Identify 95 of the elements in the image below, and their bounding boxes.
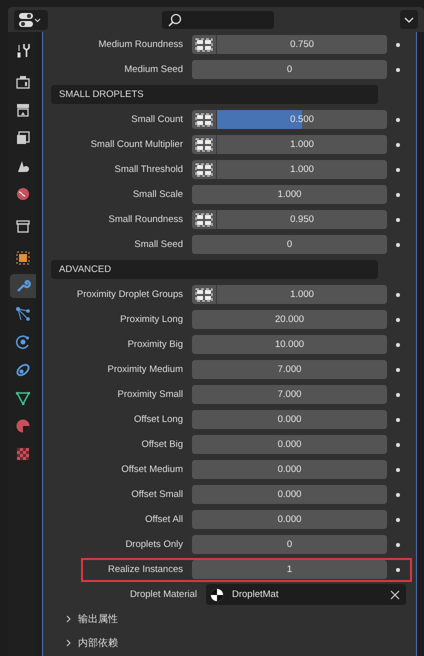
material-field[interactable]: DropletMat <box>206 584 406 605</box>
close-icon[interactable] <box>390 590 400 600</box>
keyframe-dot-icon[interactable] <box>396 242 400 246</box>
field-label: Offset Big <box>140 439 183 450</box>
keyframe-dot-icon[interactable] <box>396 318 400 322</box>
grid-toggle-icon[interactable] <box>195 212 213 226</box>
keyframe-dot-icon[interactable] <box>396 118 400 122</box>
material-sphere-icon <box>210 588 224 602</box>
field-label: Offset Medium <box>120 464 183 475</box>
field-label: Small Roundness <box>108 214 183 225</box>
toggle-switches-icon <box>18 12 42 28</box>
keyframe-dot-icon[interactable] <box>396 568 400 572</box>
field-label: Small Count Multiplier <box>90 139 183 150</box>
square-icon <box>15 250 31 266</box>
number-field[interactable]: 0.000 <box>192 510 387 529</box>
search-icon <box>168 12 182 26</box>
number-field[interactable]: 0 <box>192 60 387 79</box>
keyframe-dot-icon[interactable] <box>396 468 400 472</box>
number-field[interactable]: 1 <box>192 560 387 579</box>
field-label: Small Threshold <box>114 164 183 175</box>
field-label: Droplets Only <box>124 539 183 550</box>
keyframe-dot-icon[interactable] <box>396 42 400 46</box>
keyframe-dot-icon[interactable] <box>396 342 400 346</box>
keyframe-dot-icon[interactable] <box>396 492 400 496</box>
editor-type-button[interactable] <box>14 10 48 30</box>
number-field[interactable]: 20.000 <box>192 310 387 329</box>
number-field[interactable]: 1.000 <box>217 160 387 179</box>
chevron-right-icon <box>65 615 73 623</box>
number-field[interactable]: 1.000 <box>217 135 387 154</box>
field-label: Small Seed <box>133 239 183 250</box>
number-field[interactable]: 0.750 <box>217 35 387 54</box>
keyframe-dot-icon[interactable] <box>396 418 400 422</box>
checker-icon <box>15 446 31 462</box>
orbit-icon <box>15 334 31 350</box>
keyframe-dot-icon[interactable] <box>396 518 400 522</box>
sphere-icon <box>15 418 31 434</box>
field-label: Offset Long <box>133 414 183 425</box>
globe-icon <box>15 186 31 202</box>
keyframe-dot-icon[interactable] <box>396 442 400 446</box>
number-field[interactable]: 0.950 <box>217 210 387 229</box>
field-label: Proximity Droplet Groups <box>76 289 183 300</box>
field-label: Small Count <box>130 114 183 125</box>
options-dropdown-button[interactable] <box>400 10 418 29</box>
grid-toggle-icon[interactable] <box>195 112 213 126</box>
subpanel-header[interactable]: 内部依赖 <box>65 631 145 655</box>
field-label: Proximity Long <box>119 314 183 325</box>
number-field[interactable]: 0.000 <box>192 410 387 429</box>
images-icon <box>15 130 31 146</box>
grid-toggle-icon[interactable] <box>195 162 213 176</box>
number-field[interactable]: 10.000 <box>192 335 387 354</box>
grid-toggle-icon[interactable] <box>195 38 213 52</box>
number-field[interactable]: 0 <box>192 535 387 554</box>
field-label: Droplet Material <box>128 589 197 600</box>
subpanel-header[interactable]: 输出属性 <box>65 607 145 631</box>
field-label: Proximity Big <box>126 339 183 350</box>
keyframe-dot-icon[interactable] <box>396 368 400 372</box>
section-header[interactable]: SMALL DROPLETS <box>51 85 378 104</box>
number-field[interactable]: 0 <box>192 235 387 254</box>
keyframe-dot-icon[interactable] <box>396 168 400 172</box>
grid-toggle-icon[interactable] <box>195 288 213 302</box>
keyframe-dot-icon[interactable] <box>396 192 400 196</box>
tool-icon <box>15 42 31 58</box>
field-label: Proximity Medium <box>106 364 183 375</box>
field-label: Medium Seed <box>123 64 183 75</box>
particles-icon <box>15 306 31 322</box>
box-icon <box>15 218 31 234</box>
number-field[interactable]: 0.000 <box>192 460 387 479</box>
number-field[interactable]: 1.000 <box>192 185 387 204</box>
keyframe-dot-icon[interactable] <box>396 392 400 396</box>
number-field[interactable]: 0.500 <box>217 110 387 129</box>
field-label: Small Scale <box>132 189 183 200</box>
section-header[interactable]: ADVANCED <box>51 260 378 279</box>
search-field[interactable] <box>162 10 274 28</box>
keyframe-dot-icon[interactable] <box>396 218 400 222</box>
keyframe-dot-icon[interactable] <box>396 142 400 146</box>
chevron-right-icon <box>65 639 73 647</box>
field-label: Realize Instances <box>107 564 183 575</box>
number-field[interactable]: 1.000 <box>217 285 387 304</box>
field-label: Medium Roundness <box>98 39 183 50</box>
field-label: Proximity Small <box>116 389 183 400</box>
triangle-icon <box>15 390 31 406</box>
field-label: Offset All <box>144 514 183 525</box>
link-icon <box>15 362 31 378</box>
number-field[interactable]: 7.000 <box>192 385 387 404</box>
keyframe-dot-icon[interactable] <box>396 542 400 546</box>
wrench-icon <box>15 278 31 294</box>
number-field[interactable]: 7.000 <box>192 360 387 379</box>
printer-icon <box>15 102 31 118</box>
keyframe-dot-icon[interactable] <box>396 68 400 72</box>
number-field[interactable]: 0.000 <box>192 485 387 504</box>
grid-toggle-icon[interactable] <box>195 138 213 152</box>
field-label: Offset Small <box>130 489 183 500</box>
chevron-down-icon <box>404 16 414 22</box>
keyframe-dot-icon[interactable] <box>396 292 400 296</box>
number-field[interactable]: 0.000 <box>192 435 387 454</box>
